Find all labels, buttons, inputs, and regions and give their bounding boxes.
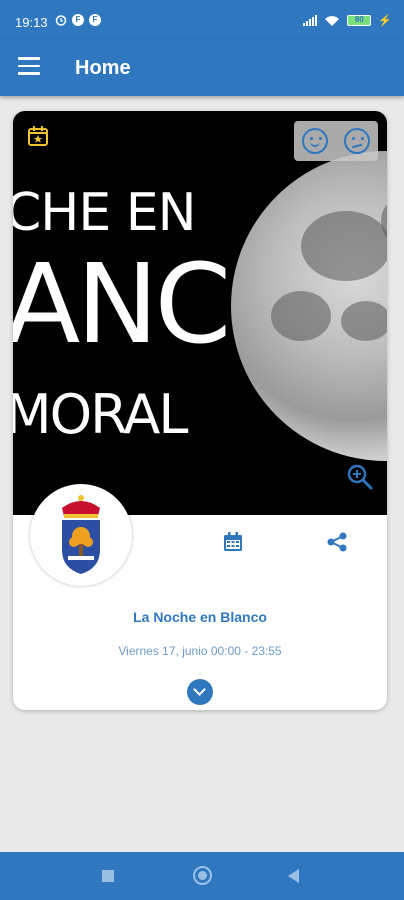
system-nav-bar <box>0 852 404 900</box>
hero-text-line: CHE EN <box>13 183 197 243</box>
smile-icon[interactable] <box>302 128 328 154</box>
hero-text-line: MORAL <box>13 383 188 446</box>
hero-text-line: ANC <box>13 240 231 368</box>
alarm-icon <box>55 15 67 26</box>
status-bar: 19:13 F F 80 ⚡ <box>0 0 404 40</box>
event-title[interactable]: La Noche en Blanco <box>13 609 387 625</box>
status-time: 19:13 <box>15 15 48 30</box>
page-title: Home <box>75 57 131 79</box>
event-image[interactable]: CHE EN ANC MORAL <box>13 111 387 515</box>
neutral-face-icon[interactable] <box>344 128 370 154</box>
system-icons: 80 ⚡ <box>303 14 392 27</box>
expand-chevron-icon[interactable] <box>187 679 213 705</box>
home-button[interactable] <box>193 866 212 885</box>
share-icon[interactable] <box>326 531 348 553</box>
moon-image <box>231 151 387 461</box>
coat-of-arms-icon <box>62 495 100 574</box>
organizer-logo[interactable] <box>30 484 132 586</box>
battery-icon: 80 <box>347 15 372 26</box>
wifi-icon <box>325 15 340 26</box>
app-bar: Home <box>0 40 404 96</box>
f-icon: F <box>72 14 84 26</box>
zoom-in-icon[interactable] <box>346 463 374 491</box>
recents-button[interactable] <box>102 870 114 882</box>
signal-icon <box>303 15 318 26</box>
menu-icon[interactable] <box>18 57 40 77</box>
back-button[interactable] <box>288 869 299 883</box>
charging-icon: ⚡ <box>378 15 392 27</box>
event-date: Viernes 17, junio 00:00 - 23:55 <box>118 644 282 658</box>
reaction-bar <box>294 121 378 161</box>
add-to-calendar-icon[interactable] <box>222 531 244 553</box>
calendar-star-icon <box>28 126 48 146</box>
notification-icons: F F <box>55 14 101 26</box>
f-icon: F <box>89 14 101 26</box>
event-card[interactable]: CHE EN ANC MORAL La Noche en Blanco Vier… <box>13 111 387 710</box>
